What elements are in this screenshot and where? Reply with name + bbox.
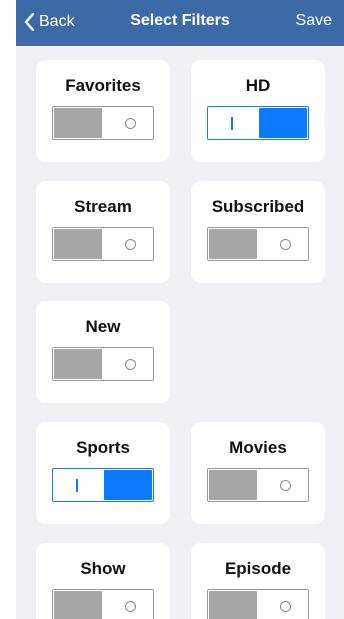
toggle-off-circle-icon <box>125 359 136 370</box>
filter-label: New <box>85 317 121 336</box>
filter-label: Episode <box>224 559 292 578</box>
filter-label: Sports <box>76 438 130 457</box>
filter-card-show: Show <box>36 543 170 619</box>
toggle-knob <box>259 108 307 138</box>
back-label: Back <box>39 13 75 30</box>
back-button[interactable]: Back <box>24 10 75 34</box>
filter-label: Favorites <box>65 76 141 95</box>
toggle-knob <box>209 470 257 500</box>
filter-toggle[interactable] <box>52 589 154 619</box>
filter-toggle[interactable] <box>52 347 154 381</box>
filter-card-episode: Episode <box>191 543 325 619</box>
toggle-on-mark-icon <box>231 117 233 130</box>
filter-label: Show <box>80 559 126 578</box>
toggle-knob <box>104 470 152 500</box>
nav-bar: Back Select Filters Save <box>16 0 344 46</box>
filter-toggle[interactable] <box>207 468 309 502</box>
toggle-off-circle-icon <box>280 480 291 491</box>
filter-toggle[interactable] <box>52 468 154 502</box>
chevron-left-icon <box>24 13 35 31</box>
filter-card-sports: Sports <box>36 422 170 524</box>
toggle-knob <box>54 349 102 379</box>
filter-card-favorites: Favorites <box>36 60 170 162</box>
toggle-on-mark-icon <box>76 479 78 492</box>
toggle-off-circle-icon <box>125 118 136 129</box>
filter-toggle[interactable] <box>207 106 309 140</box>
toggle-off-circle-icon <box>125 239 136 250</box>
filters-screen: Back Select Filters Save Favorites HD St… <box>16 0 344 619</box>
toggle-off-circle-icon <box>125 601 136 612</box>
toggle-knob <box>209 591 257 619</box>
filter-toggle[interactable] <box>207 227 309 261</box>
filter-label: Movies <box>229 438 287 457</box>
filter-label: Subscribed <box>211 197 305 216</box>
save-button[interactable]: Save <box>296 12 332 30</box>
toggle-off-circle-icon <box>280 601 291 612</box>
toggle-knob <box>54 108 102 138</box>
filter-label: Stream <box>74 197 132 216</box>
filter-card-stream: Stream <box>36 181 170 283</box>
filter-card-movies: Movies <box>191 422 325 524</box>
filter-toggle[interactable] <box>52 106 154 140</box>
toggle-knob <box>209 229 257 259</box>
filter-card-subscribed: Subscribed <box>191 181 325 283</box>
filter-toggle[interactable] <box>207 589 309 619</box>
toggle-knob <box>54 591 102 619</box>
filter-card-new: New <box>36 301 170 403</box>
filter-toggle[interactable] <box>52 227 154 261</box>
filter-card-hd: HD <box>191 60 325 162</box>
toggle-off-circle-icon <box>280 239 291 250</box>
filter-label: HD <box>245 76 271 95</box>
toggle-knob <box>54 229 102 259</box>
